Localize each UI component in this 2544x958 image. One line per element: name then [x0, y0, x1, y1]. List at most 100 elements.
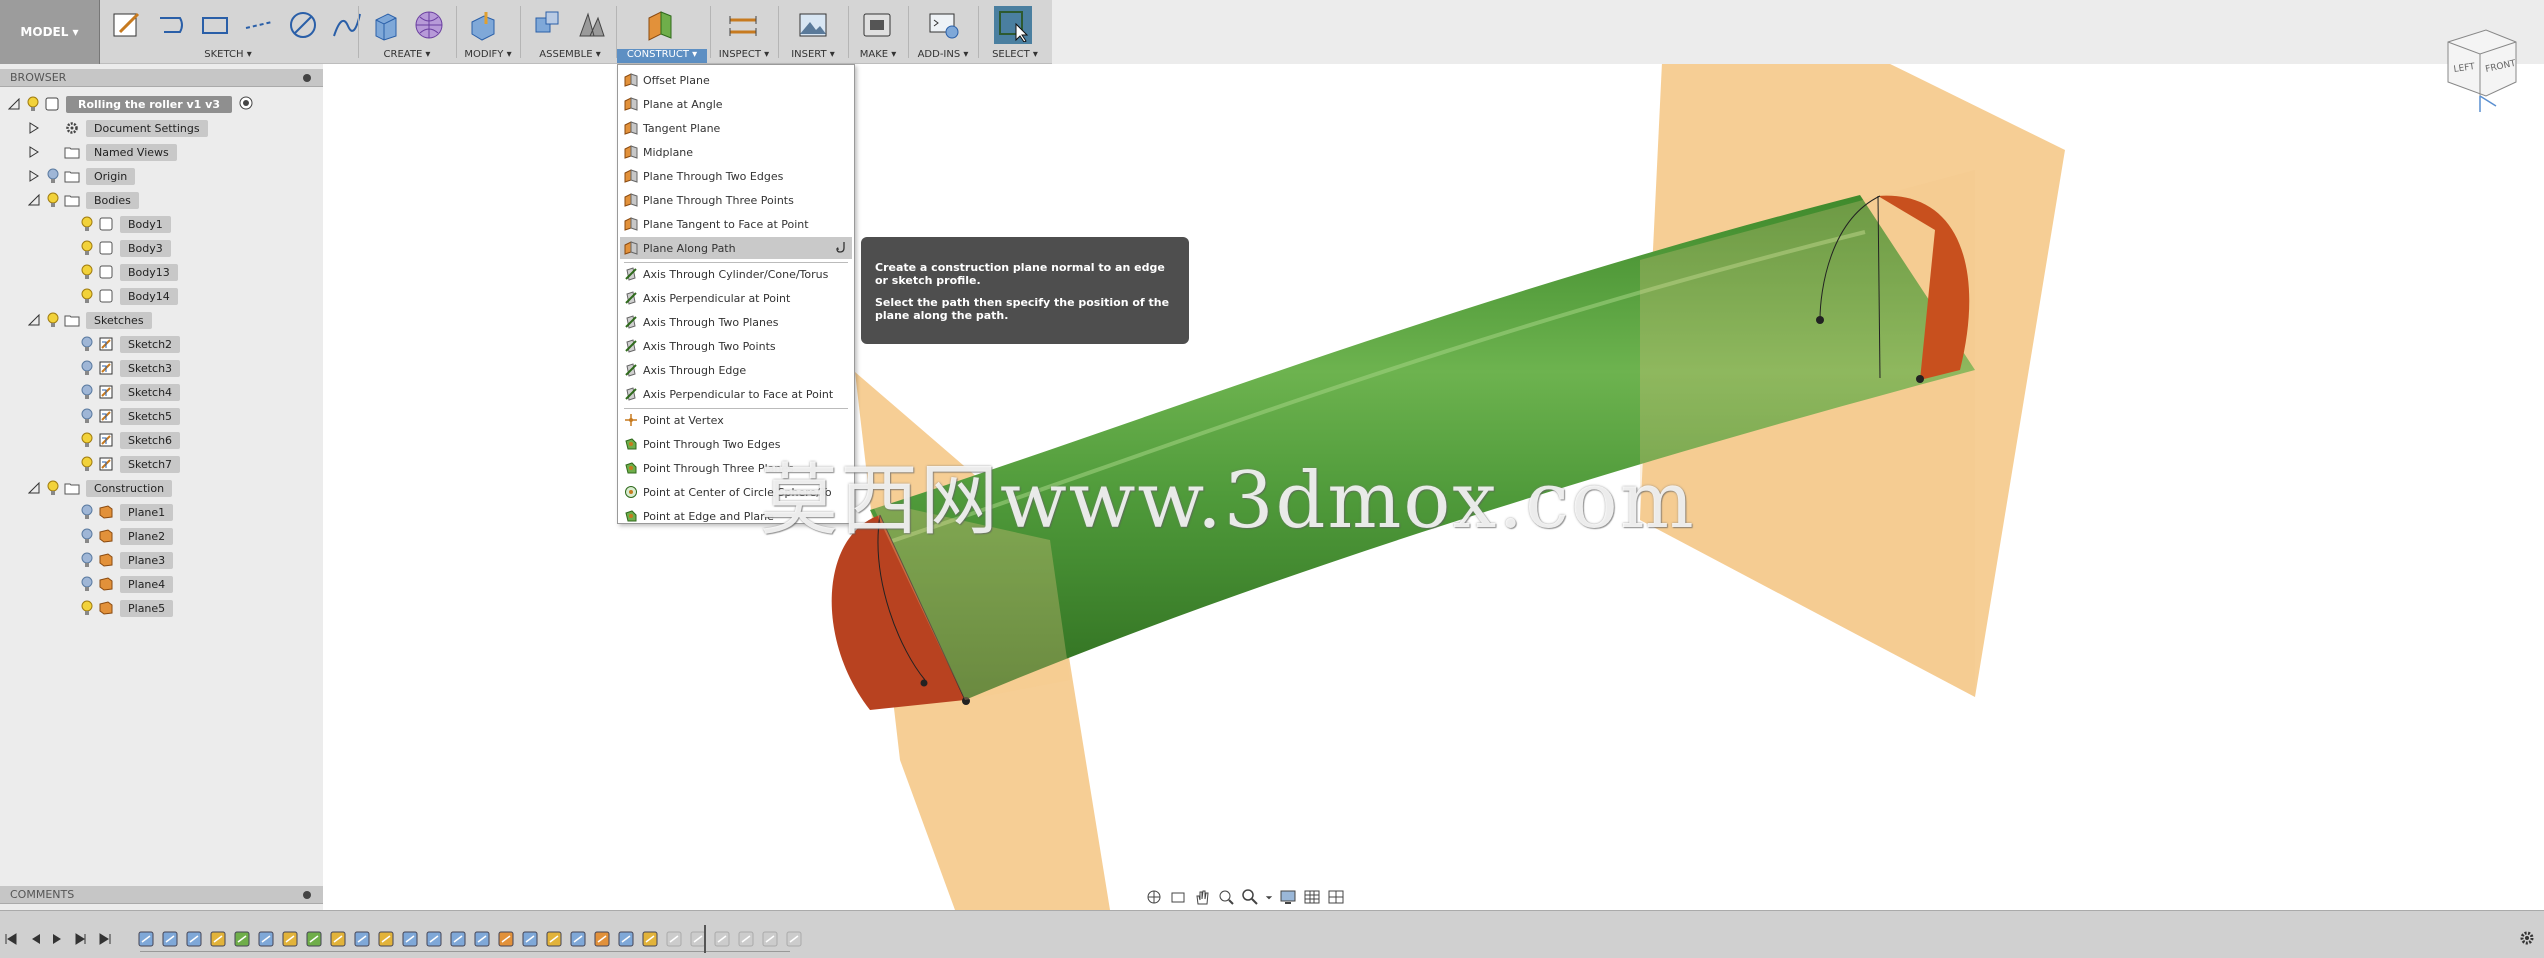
browser-item[interactable]: Body14 — [80, 286, 178, 306]
sketch-point[interactable] — [1816, 316, 1824, 324]
toolbar-label-select[interactable]: SELECT ▾ — [980, 49, 1050, 63]
visibility-bulb-icon[interactable] — [80, 600, 94, 616]
timeline-marker[interactable] — [704, 925, 706, 953]
menu-item-axis-through-edge[interactable]: Axis Through Edge — [620, 359, 852, 381]
timeline-feature-icon[interactable] — [304, 929, 324, 949]
toolbar-label-sketch[interactable]: SKETCH ▾ — [104, 49, 352, 63]
menu-item-plane-through-two-edges[interactable]: Plane Through Two Edges — [620, 165, 852, 187]
construction-line-icon[interactable] — [240, 6, 278, 44]
circle-tool-icon[interactable] — [284, 6, 322, 44]
timeline-start-icon[interactable] — [2, 931, 20, 947]
timeline-play-icon[interactable] — [48, 931, 66, 947]
timeline-feature-icon[interactable] — [520, 929, 540, 949]
menu-item-axis-perpendicular-at-point[interactable]: Axis Perpendicular at Point — [620, 287, 852, 309]
timeline-feature-icon[interactable] — [256, 929, 276, 949]
visibility-bulb-icon[interactable] — [80, 336, 94, 352]
expand-arrow-icon[interactable] — [28, 122, 40, 134]
menu-item-axis-through-two-points[interactable]: Axis Through Two Points — [620, 335, 852, 357]
expand-arrow-icon[interactable] — [28, 146, 40, 158]
timeline-feature-icon[interactable] — [472, 929, 492, 949]
orbit-icon[interactable] — [1144, 887, 1164, 907]
visibility-bulb-icon[interactable] — [80, 576, 94, 592]
form-sphere-icon[interactable] — [410, 6, 448, 44]
menu-item-midplane[interactable]: Midplane — [620, 141, 852, 163]
menu-item-axis-through-two-planes[interactable]: Axis Through Two Planes — [620, 311, 852, 333]
look-at-icon[interactable] — [1168, 887, 1188, 907]
visibility-bulb-icon[interactable] — [80, 504, 94, 520]
visibility-bulb-icon[interactable] — [46, 192, 60, 208]
zoom-window-icon[interactable] — [1216, 887, 1236, 907]
create-sketch-icon[interactable] — [108, 6, 146, 44]
timeline-feature-icon[interactable] — [232, 929, 252, 949]
comments-panel[interactable]: COMMENTS — [0, 886, 323, 904]
browser-item[interactable]: Plane5 — [80, 598, 174, 618]
menu-item-axis-perpendicular-to-face-at-point[interactable]: Axis Perpendicular to Face at Point — [620, 383, 852, 405]
document-name[interactable]: Rolling the roller v1 v3 — [66, 95, 232, 113]
sketch-point[interactable] — [1916, 375, 1924, 383]
toolbar-label-add-ins[interactable]: ADD-INS ▾ — [910, 49, 976, 63]
timeline-feature-icon[interactable] — [208, 929, 228, 949]
timeline-feature-icon[interactable] — [616, 929, 636, 949]
timeline-feature-icon[interactable] — [568, 929, 588, 949]
timeline-feature-icon[interactable] — [736, 929, 756, 949]
browser-item[interactable]: Origin — [28, 166, 136, 186]
browser-item[interactable]: Sketch5 — [80, 406, 181, 426]
visibility-bulb-icon[interactable] — [80, 432, 94, 448]
viewcube[interactable]: LEFT FRONT — [2436, 20, 2526, 120]
browser-item[interactable]: Plane2 — [80, 526, 174, 546]
timeline-feature-icon[interactable] — [424, 929, 444, 949]
visibility-bulb-icon[interactable] — [46, 312, 60, 328]
toolbar-label-insert[interactable]: INSERT ▾ — [780, 49, 846, 63]
visibility-bulb-icon[interactable] — [80, 528, 94, 544]
timeline-feature-icon[interactable] — [136, 929, 156, 949]
chevron-down-icon[interactable] — [1264, 887, 1274, 907]
comments-header[interactable]: COMMENTS — [0, 886, 323, 904]
press-pull-icon[interactable] — [464, 6, 502, 44]
toolbar-label-construct[interactable]: CONSTRUCT ▾ — [617, 49, 707, 63]
joint-icon[interactable] — [572, 6, 610, 44]
timeline-feature-icon[interactable] — [160, 929, 180, 949]
scripts-icon[interactable] — [924, 6, 962, 44]
timeline-feature-icon[interactable] — [784, 929, 804, 949]
rectangle-tool-icon[interactable] — [196, 6, 234, 44]
browser-item[interactable]: Sketches — [28, 310, 152, 330]
visibility-bulb-icon[interactable] — [46, 168, 60, 184]
timeline-feature-icon[interactable] — [400, 929, 420, 949]
tree-root[interactable]: Rolling the roller v1 v3 — [8, 94, 254, 114]
timeline-feature-icon[interactable] — [712, 929, 732, 949]
visibility-bulb-icon[interactable] — [80, 288, 94, 304]
pan-hand-icon[interactable] — [1192, 887, 1212, 907]
spline-tool-icon[interactable] — [328, 6, 366, 44]
visibility-bulb-icon[interactable] — [46, 120, 60, 136]
expand-arrow-icon[interactable] — [28, 170, 40, 182]
menu-item-axis-through-cylinder-cone-torus[interactable]: Axis Through Cylinder/Cone/Torus — [620, 263, 852, 285]
menu-item-tangent-plane[interactable]: Tangent Plane — [620, 117, 852, 139]
construct-plane-icon[interactable] — [641, 6, 679, 44]
menu-item-point-at-vertex[interactable]: Point at Vertex — [620, 409, 852, 431]
browser-header[interactable]: BROWSER — [0, 69, 323, 87]
collapse-arrow-icon[interactable] — [28, 314, 40, 326]
visibility-bulb-icon[interactable] — [80, 264, 94, 280]
browser-item[interactable]: Plane1 — [80, 502, 174, 522]
visibility-bulb-icon[interactable] — [80, 360, 94, 376]
timeline-next-icon[interactable] — [72, 931, 90, 947]
visibility-bulb-icon[interactable] — [46, 144, 60, 160]
browser-item[interactable]: Body1 — [80, 214, 171, 234]
visibility-bulb-icon[interactable] — [80, 216, 94, 232]
timeline-feature-icon[interactable] — [184, 929, 204, 949]
toolbar-label-create[interactable]: CREATE ▾ — [362, 49, 452, 63]
timeline-feature-icon[interactable] — [640, 929, 660, 949]
timeline-feature-icon[interactable] — [352, 929, 372, 949]
browser-item[interactable]: Named Views — [28, 142, 177, 162]
browser-item[interactable]: Bodies — [28, 190, 139, 210]
add-comment-icon[interactable] — [303, 891, 311, 899]
timeline-feature-icon[interactable] — [496, 929, 516, 949]
line-tool-icon[interactable] — [152, 6, 190, 44]
toolbar-label-modify[interactable]: MODIFY ▾ — [460, 49, 516, 63]
zoom-icon[interactable] — [1240, 887, 1260, 907]
browser-item[interactable]: Body13 — [80, 262, 178, 282]
menu-item-offset-plane[interactable]: Offset Plane — [620, 69, 852, 91]
visibility-bulb-icon[interactable] — [80, 240, 94, 256]
collapse-arrow-icon[interactable] — [8, 98, 20, 110]
browser-item[interactable]: Body3 — [80, 238, 171, 258]
